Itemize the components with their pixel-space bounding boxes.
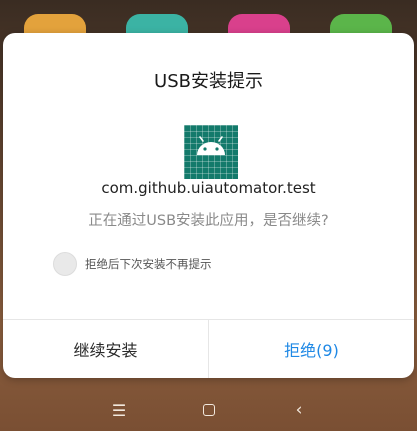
checkbox-label: 拒绝后下次安装不再提示 — [85, 257, 212, 271]
dialog-button-bar: 继续安装 拒绝(9) — [3, 319, 414, 378]
dont-prompt-checkbox[interactable] — [53, 252, 77, 276]
dont-prompt-checkbox-row[interactable]: 拒绝后下次安装不再提示 — [53, 252, 212, 276]
package-name: com.github.uiautomator.test — [101, 179, 316, 197]
dialog-title: USB安装提示 — [154, 71, 263, 92]
back-icon[interactable]: ‹ — [284, 397, 314, 423]
android-robot-icon — [184, 125, 238, 179]
navigation-bar: ☰ ‹ — [0, 391, 417, 431]
usb-install-dialog: USB安装提示 com.github.uiautomator.test 正在通过… — [3, 33, 414, 378]
reject-button[interactable]: 拒绝(9) — [209, 320, 414, 378]
continue-install-button[interactable]: 继续安装 — [3, 320, 209, 378]
install-message: 正在通过USB安装此应用，是否继续? — [88, 213, 329, 229]
menu-icon[interactable]: ☰ — [104, 397, 134, 423]
home-icon[interactable] — [194, 397, 224, 423]
